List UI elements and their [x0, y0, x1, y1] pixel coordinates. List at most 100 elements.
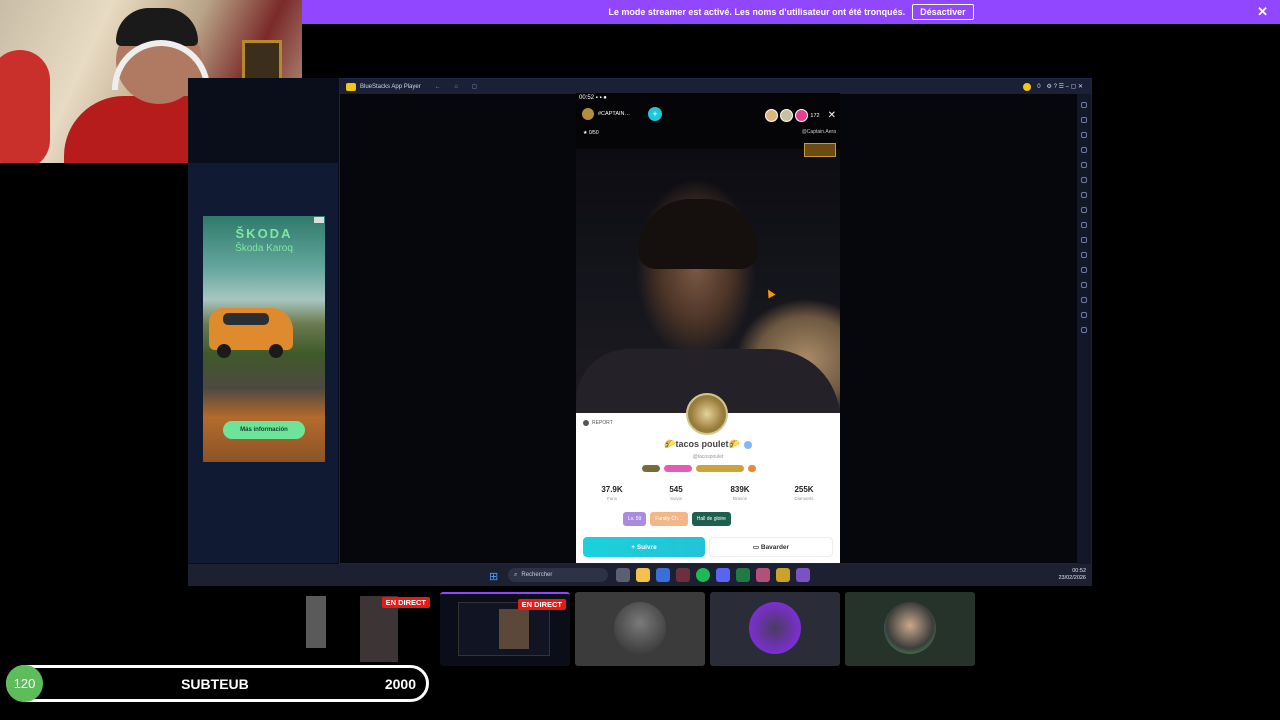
phone-status-bar: 00:52 ▪ ▪ ●	[579, 95, 607, 101]
sub-goal-current: 120	[6, 665, 43, 702]
ad-brand: ŠKODA	[235, 226, 293, 241]
top-viewers[interactable]: 172 ✕	[765, 109, 836, 122]
guest-avatar	[749, 602, 801, 654]
stat-fans: 37.9K Fans	[590, 485, 634, 501]
sidebar-tool-icon[interactable]	[1081, 237, 1087, 243]
titlebar-controls: 0 ⚙ ? ☰ – ▢ ✕	[1023, 82, 1091, 91]
bluestacks-title: BlueStacks App Player	[360, 83, 421, 90]
file-explorer-icon[interactable]	[636, 568, 650, 582]
sidebar-tool-icon[interactable]	[1081, 192, 1087, 198]
sidebar-tool-icon[interactable]	[1081, 222, 1087, 228]
search-icon: ⌕	[514, 571, 518, 578]
bluestacks-titlebar: BlueStacks App Player ← ⌂ ▢ 0 ⚙ ? ☰ – ▢ …	[340, 79, 1091, 94]
taskbar-search[interactable]: ⌕ Rechercher	[508, 568, 608, 582]
app-icon[interactable]	[756, 568, 770, 582]
report-label: REPORT	[592, 420, 613, 426]
sub-goal-label: SUBTEUB	[181, 675, 249, 692]
stat-label: Diamants	[794, 496, 814, 501]
profile-stats: 37.9K Fans 545 Suivis 839K Bravos 255K Diama…	[590, 485, 826, 501]
guest-card-1[interactable]: EN DIRECT	[304, 592, 434, 666]
bluestacks-sidebar[interactable]	[1077, 94, 1091, 564]
guest-card-3[interactable]	[575, 592, 705, 666]
viewer-avatar[interactable]	[765, 109, 779, 122]
chat-button[interactable]: ▭ Bavarder	[709, 537, 833, 557]
close-live-icon[interactable]: ✕	[828, 110, 836, 121]
display-name-text: 🌮tacos poulet🌮	[664, 439, 740, 449]
window-controls[interactable]: ⚙ ? ☰ – ▢ ✕	[1047, 83, 1083, 90]
guest-card-4[interactable]	[710, 592, 840, 666]
host-avatar[interactable]	[582, 108, 594, 120]
rank-badge	[696, 465, 744, 472]
discord-icon[interactable]	[716, 568, 730, 582]
profile-tags: Lv. 59 Family Ch… Hall de gloire	[623, 512, 731, 526]
sidebar-tool-icon[interactable]	[1081, 132, 1087, 138]
sidebar-tool-icon[interactable]	[1081, 117, 1087, 123]
sub-goal-bar: 120 SUBTEUB 2000	[6, 665, 429, 702]
live-badge: EN DIRECT	[517, 599, 566, 610]
guest-card-5[interactable]	[845, 592, 975, 666]
sidebar-tool-icon[interactable]	[1081, 312, 1087, 318]
profile-username: @tacospoulet	[692, 454, 724, 460]
app-icon[interactable]	[796, 568, 810, 582]
sidebar-tool-icon[interactable]	[1081, 177, 1087, 183]
stat-value: 839K	[730, 485, 750, 494]
guest-card-2[interactable]: EN DIRECT	[440, 592, 570, 666]
car-wheel	[217, 344, 231, 358]
stat-label: Bravos	[732, 496, 747, 501]
mouse-cursor-icon	[764, 287, 776, 299]
windows-start-icon[interactable]: ⊞	[489, 570, 498, 583]
streamer-mode-banner: Le mode streamer est activé. Les noms d'…	[302, 0, 1280, 24]
store-icon[interactable]	[656, 568, 670, 582]
stat-value: 255K	[794, 485, 814, 494]
follow-button[interactable]: + Suivre	[583, 537, 705, 557]
tiktok-live-screen: 00:52 ▪ ▪ ● #CAPTAIN… + 172 ✕ ★ 0/50 @Ca…	[576, 93, 840, 563]
stat-following: 545 Suivis	[654, 485, 698, 501]
sidebar-tool-icon[interactable]	[1081, 327, 1087, 333]
spotify-icon[interactable]	[696, 568, 710, 582]
stat-diamonds: 255K Diamants	[782, 485, 826, 501]
profile-display-name: 🌮tacos poulet🌮	[576, 439, 840, 450]
sidebar-tool-icon[interactable]	[1081, 252, 1087, 258]
viewer-avatar[interactable]	[780, 109, 794, 122]
participant-count: ★ 0/50	[583, 130, 599, 136]
sidebar-tool-icon[interactable]	[1081, 162, 1087, 168]
bluestacks-taskbar-icon[interactable]	[776, 568, 790, 582]
sidebar-tool-icon[interactable]	[1081, 147, 1087, 153]
stat-label: Fans	[606, 496, 617, 501]
excel-icon[interactable]	[736, 568, 750, 582]
profile-card: REPORT 🌮tacos poulet🌮 @tacospoulet 37.9K…	[576, 393, 840, 563]
more-info-button[interactable]: Más información	[223, 421, 305, 439]
chat-label: Bavarder	[760, 543, 790, 551]
gift-banner[interactable]	[804, 143, 836, 157]
hall-of-fame-tag[interactable]: Hall de gloire	[691, 512, 731, 526]
stat-value: 545	[669, 485, 683, 494]
sidebar-tool-icon[interactable]	[1081, 102, 1087, 108]
follow-host-button[interactable]: +	[648, 107, 662, 121]
family-tag[interactable]: Family Ch…	[650, 512, 688, 526]
car-wheel	[269, 344, 283, 358]
profile-actions: + Suivre ▭ Bavarder	[583, 537, 833, 557]
sidebar-tool-icon[interactable]	[1081, 267, 1087, 273]
skoda-ad[interactable]: ŠKODA Škoda Karoq Más información	[203, 216, 325, 462]
taskbar-apps	[616, 568, 810, 582]
obs-icon[interactable]	[676, 568, 690, 582]
host-info[interactable]: #CAPTAIN… +	[582, 107, 662, 121]
fan-badge	[664, 465, 692, 472]
close-icon[interactable]: ✕	[1257, 4, 1268, 20]
level-tag[interactable]: Lv. 59	[623, 512, 647, 526]
sidebar-tool-icon[interactable]	[1081, 297, 1087, 303]
adchoices-icon[interactable]	[314, 217, 324, 223]
viewer-count: 172	[810, 112, 820, 119]
viewer-avatar[interactable]	[795, 109, 809, 122]
report-button[interactable]: REPORT	[583, 420, 613, 426]
streamer-hair	[638, 199, 758, 269]
sidebar-tool-icon[interactable]	[1081, 282, 1087, 288]
taskbar-clock: 00:52 23/02/2026	[1058, 568, 1086, 582]
disable-streamer-mode-button[interactable]: Désactiver	[912, 4, 974, 20]
badge-icon	[743, 440, 752, 449]
task-view-icon[interactable]	[616, 568, 630, 582]
profile-badges	[642, 465, 756, 472]
sidebar-tool-icon[interactable]	[1081, 207, 1087, 213]
nav-buttons[interactable]: ← ⌂ ▢	[435, 83, 484, 90]
guest-video	[306, 596, 326, 648]
